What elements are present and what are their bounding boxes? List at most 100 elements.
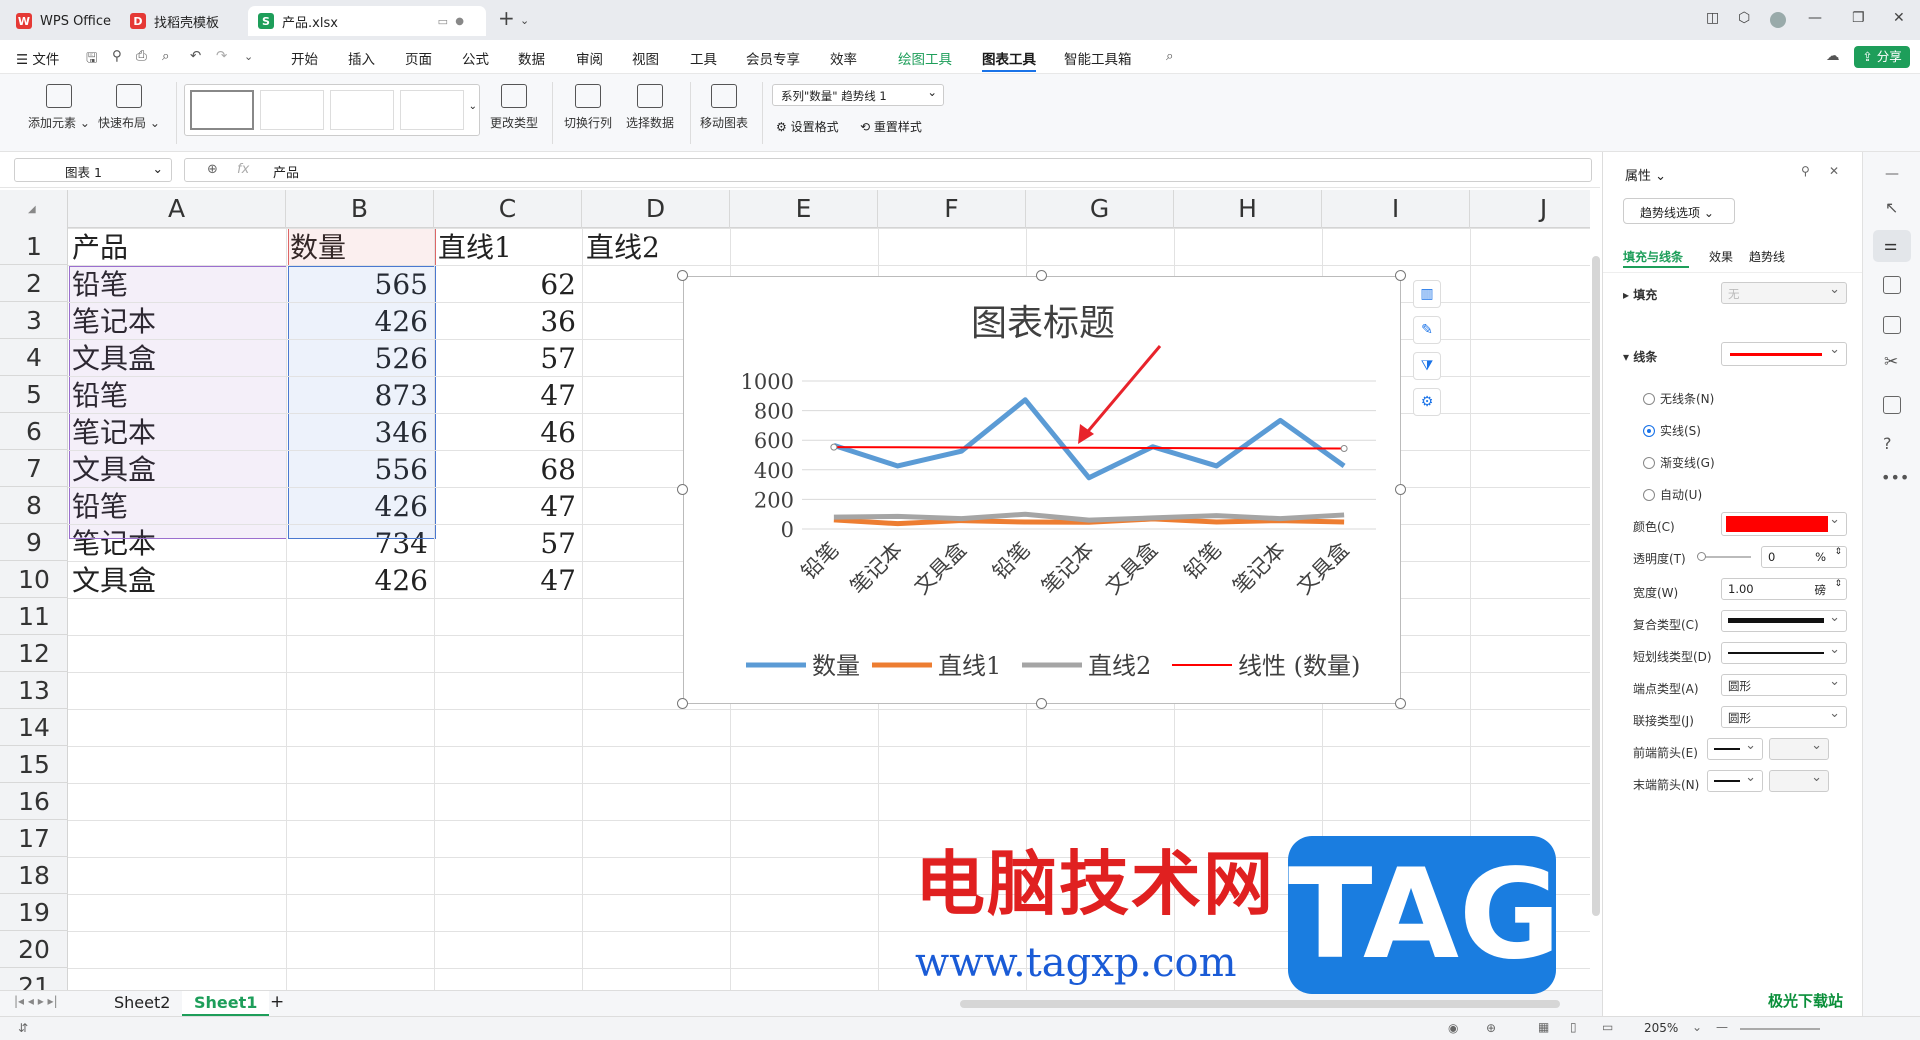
move-chart-button[interactable]: 移动图表 [700, 84, 748, 131]
radio-gradient-line[interactable]: 渐变线(G) [1643, 454, 1715, 471]
name-box[interactable]: 图表 1 ⌄ [14, 158, 172, 182]
tab-product-xlsx[interactable]: S 产品.xlsx ▭ ● [248, 6, 486, 36]
column-header-E[interactable]: E [730, 190, 878, 228]
normal-view-icon[interactable]: ▦ [1538, 1020, 1549, 1034]
file-menu[interactable]: ☰ 文件 [16, 48, 59, 68]
row-header-5[interactable]: 5 [0, 376, 68, 413]
break-view-icon[interactable]: ▭ [1602, 1020, 1613, 1034]
menu-smart-toolbox[interactable]: 智能工具箱 [1064, 48, 1132, 68]
restore-icon[interactable]: ❐ [1852, 10, 1865, 26]
change-type-button[interactable]: 更改类型 [490, 84, 538, 131]
panel-title[interactable]: 属性 ⌄ [1625, 165, 1666, 184]
resize-handle[interactable] [1036, 698, 1047, 709]
row-header-14[interactable]: 14 [0, 709, 68, 746]
table-cell[interactable]: 47 [438, 487, 582, 524]
row-header-8[interactable]: 8 [0, 487, 68, 524]
menu-page[interactable]: 页面 [405, 48, 432, 68]
chart-style-gallery[interactable]: ⌄ [184, 84, 480, 136]
row-header-15[interactable]: 15 [0, 746, 68, 783]
dash-select[interactable] [1721, 642, 1847, 664]
vertical-scrollbar[interactable] [1590, 238, 1602, 990]
zoom-level[interactable]: 205% [1644, 1021, 1678, 1035]
column-header-I[interactable]: I [1322, 190, 1470, 228]
start-arrow-select[interactable] [1707, 738, 1763, 760]
tools-icon[interactable]: ✂ [1884, 352, 1898, 372]
cap-select[interactable]: 圆形 [1721, 674, 1847, 696]
row-header-16[interactable]: 16 [0, 783, 68, 820]
row-header-4[interactable]: 4 [0, 339, 68, 376]
menu-member[interactable]: 会员专享 [746, 48, 800, 68]
row-header-12[interactable]: 12 [0, 635, 68, 672]
eye-icon[interactable]: ◉ [1448, 1021, 1458, 1035]
new-tab-icon[interactable]: + [498, 6, 515, 30]
row-header-18[interactable]: 18 [0, 857, 68, 894]
menu-chart-tools[interactable]: 图表工具 [982, 48, 1036, 72]
resize-handle[interactable] [1395, 698, 1406, 709]
radio-solid-line[interactable]: 实线(S) [1643, 422, 1701, 439]
fill-select[interactable]: 无 [1721, 282, 1847, 304]
zoom-out-icon[interactable]: ⌄ [1692, 1020, 1702, 1034]
set-format-button[interactable]: ⚙ 设置格式 [776, 118, 839, 135]
column-header-J[interactable]: J [1470, 190, 1590, 228]
page-view-icon[interactable]: ▯ [1570, 1020, 1577, 1034]
color-select[interactable] [1721, 512, 1847, 536]
row-header-3[interactable]: 3 [0, 302, 68, 339]
menu-review[interactable]: 审阅 [576, 48, 603, 68]
header-cell[interactable]: 产品 [72, 228, 286, 265]
scroll-thumb[interactable] [1592, 256, 1600, 916]
avatar[interactable] [1770, 12, 1786, 28]
fill-section[interactable]: ▸ 填充 [1623, 286, 1657, 303]
book-icon[interactable] [1883, 396, 1901, 414]
row-header-11[interactable]: 11 [0, 598, 68, 635]
pin-icon[interactable]: ⚲ [1801, 164, 1810, 178]
layout-icon[interactable]: ◫ [1706, 10, 1719, 26]
column-header-G[interactable]: G [1026, 190, 1174, 228]
chart-style-brush-icon[interactable]: ✎ [1413, 316, 1441, 344]
table-cell[interactable]: 36 [438, 302, 582, 339]
trendline-options-dropdown[interactable]: 趋势线选项 ⌄ [1623, 198, 1735, 224]
tab-trendline[interactable]: 趋势线 [1749, 248, 1785, 265]
minimize-icon[interactable]: — [1808, 10, 1822, 26]
resize-handle[interactable] [677, 270, 688, 281]
chevron-down-icon[interactable]: ⌄ [520, 14, 529, 27]
cube-icon[interactable]: ⬡ [1738, 10, 1750, 26]
close-icon[interactable]: ✕ [1829, 164, 1839, 178]
row-header-6[interactable]: 6 [0, 413, 68, 450]
table-cell[interactable]: 57 [438, 524, 582, 561]
chart-style-3[interactable] [330, 90, 394, 130]
print-icon[interactable]: ⎙ [136, 48, 147, 64]
add-sheet-icon[interactable]: + [270, 992, 284, 1012]
switch-row-col-button[interactable]: 切换行列 [564, 84, 612, 131]
chart-style-4[interactable] [400, 90, 464, 130]
add-element-button[interactable]: 添加元素 ⌄ [28, 84, 90, 131]
chart-filter-icon[interactable]: ⧩ [1413, 352, 1441, 380]
table-cell[interactable]: 57 [438, 339, 582, 376]
close-icon[interactable]: ✕ [1893, 10, 1905, 26]
row-header-13[interactable]: 13 [0, 672, 68, 709]
tab-docer[interactable]: D 找稻壳模板 [120, 6, 242, 36]
header-cell[interactable]: 直线2 [586, 228, 730, 265]
resize-handle[interactable] [1036, 270, 1047, 281]
preview-icon[interactable]: ⌕ [162, 48, 170, 64]
table-cell[interactable]: 47 [438, 376, 582, 413]
redo-icon[interactable]: ↷ [216, 48, 227, 64]
link-icon[interactable]: ⚲ [112, 48, 122, 64]
more-icon[interactable]: ⌄ [244, 50, 253, 63]
slider-knob[interactable] [1697, 552, 1706, 561]
undo-icon[interactable]: ↶ [190, 48, 201, 64]
menu-data[interactable]: 数据 [518, 48, 545, 68]
series-select[interactable]: 系列"数量" 趋势线 1 ⌄ [772, 84, 944, 106]
sheet-tab-sheet2[interactable]: Sheet2 [114, 993, 170, 1012]
spinner-icon[interactable]: ⇕ [1834, 579, 1842, 589]
table-cell[interactable]: 426 [290, 561, 434, 598]
column-header-C[interactable]: C [434, 190, 582, 228]
formula-input[interactable]: ⊕ fx 产品 [184, 158, 1592, 182]
width-input[interactable]: 1.00 磅 ⇕ [1721, 578, 1847, 600]
gallery-more-icon[interactable]: ⌄ [469, 101, 477, 112]
row-header-7[interactable]: 7 [0, 450, 68, 487]
select-data-button[interactable]: 选择数据 [626, 84, 674, 131]
menu-drawing-tools[interactable]: 绘图工具 [898, 48, 952, 68]
tab-effect[interactable]: 效果 [1709, 248, 1733, 265]
transparency-input[interactable]: 0% ⇕ [1761, 546, 1847, 568]
properties-tool-active[interactable]: ⚌ [1873, 230, 1911, 262]
